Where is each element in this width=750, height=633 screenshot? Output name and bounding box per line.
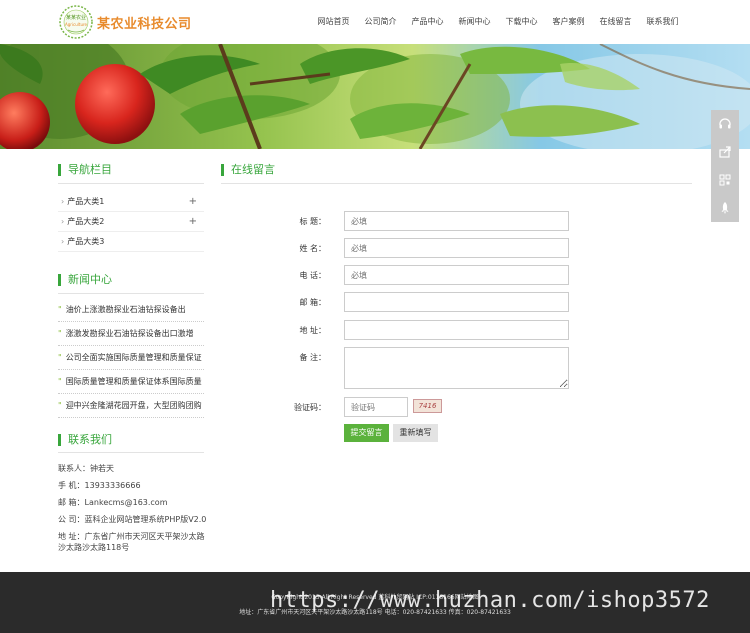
captcha-label: 验证码： (294, 403, 326, 412)
svg-text:Agriculture: Agriculture (65, 22, 88, 27)
quote-icon: " (58, 377, 62, 386)
news-title: 公司全面实施国际质量管理和质量保证 (65, 353, 202, 362)
qrcode-icon[interactable] (711, 166, 739, 194)
category-label: 产品大类3 (67, 237, 105, 246)
category-label: 产品大类2 (67, 217, 105, 226)
note-label: 备 注： (299, 353, 326, 362)
header: 某某农业 Agriculture 某农业科技公司 网站首页 公司简介 产品中心 … (0, 0, 750, 44)
rocket-icon[interactable] (711, 194, 739, 222)
subject-label: 标 题： (299, 217, 326, 226)
address-input[interactable] (344, 320, 569, 340)
svg-text:某某农业: 某某农业 (66, 14, 86, 21)
quote-icon: " (58, 353, 62, 362)
main-nav: 网站首页 公司简介 产品中心 新闻中心 下载中心 客户案例 在线留言 联系我们 (310, 16, 686, 27)
plus-icon[interactable]: + (189, 212, 197, 232)
divider (58, 183, 204, 184)
contact-company: 公 司：蓝科企业网站管理系统PHP版V2.0 (58, 515, 207, 524)
subject-input[interactable] (344, 211, 569, 231)
sidebar-category-1[interactable]: › 产品大类1 + (58, 192, 204, 212)
phone-label: 电 话： (299, 271, 326, 280)
site-name: 某农业科技公司 (97, 17, 192, 32)
contact-address: 地 址：广东省广州市天河区天平架沙太路 (58, 532, 205, 541)
news-item[interactable]: " 迎中兴金隆湖花园开盘，大型团购团购 (58, 394, 204, 418)
sidebar-nav-title: 导航栏目 (58, 164, 112, 176)
headset-icon[interactable] (711, 110, 739, 138)
name-input[interactable] (344, 238, 569, 258)
news-title: 迎中兴金隆湖花园开盘，大型团购团购 (65, 401, 202, 410)
nav-contact[interactable]: 联系我们 (639, 16, 686, 27)
chevron-right-icon: › (61, 197, 65, 206)
contact-phone: 手 机：13933336666 (58, 481, 141, 490)
address-label: 地 址： (299, 326, 326, 335)
chevron-right-icon: › (61, 217, 65, 226)
contact-address-cont: 沙太路沙太路118号 (58, 543, 130, 552)
nav-products[interactable]: 产品中心 (404, 16, 451, 27)
page: 某某农业 Agriculture 某农业科技公司 网站首页 公司简介 产品中心 … (0, 0, 750, 633)
contact-email: 邮 箱：Lankecms@163.com (58, 498, 168, 507)
sidebar-category-3[interactable]: › 产品大类3 (58, 232, 204, 252)
divider (58, 452, 204, 453)
page-title: 在线留言 (221, 164, 275, 176)
nav-home[interactable]: 网站首页 (310, 16, 357, 27)
chevron-right-icon: › (61, 237, 65, 246)
nav-guestbook[interactable]: 在线留言 (592, 16, 639, 27)
sidebar-news-title: 新闻中心 (58, 274, 112, 286)
sidebar-category-2[interactable]: › 产品大类2 + (58, 212, 204, 232)
news-item[interactable]: " 国际质量管理和质量保证体系国际质量 (58, 370, 204, 394)
news-item[interactable]: " 油价上涨激勘探业石油钻探设备出 (58, 298, 204, 322)
nav-cases[interactable]: 客户案例 (545, 16, 592, 27)
phone-input[interactable] (344, 265, 569, 285)
note-textarea[interactable] (344, 347, 569, 389)
news-item[interactable]: " 涨激发勘探业石油钻探设备出口激增 (58, 322, 204, 346)
news-title: 国际质量管理和质量保证体系国际质量 (65, 377, 202, 386)
banner-image (0, 44, 750, 149)
category-label: 产品大类1 (67, 197, 105, 206)
email-label: 邮 箱： (299, 298, 326, 307)
watermark-text: https://www.huzhan.com/ishop3572 (270, 588, 710, 613)
captcha-image[interactable]: 7416 (413, 399, 442, 413)
name-label: 姓 名： (299, 244, 326, 253)
quote-icon: " (58, 401, 62, 410)
divider (58, 293, 204, 294)
submit-button[interactable]: 提交留言 (344, 424, 389, 442)
sidebar-contact-title: 联系我们 (58, 434, 112, 446)
nav-news[interactable]: 新闻中心 (451, 16, 498, 27)
share-icon[interactable] (711, 138, 739, 166)
reset-button[interactable]: 重新填写 (393, 424, 438, 442)
contact-person: 联系人：钟若天 (58, 464, 114, 473)
plus-icon[interactable]: + (189, 192, 197, 212)
email-input[interactable] (344, 292, 569, 312)
quote-icon: " (58, 305, 62, 314)
nav-downloads[interactable]: 下载中心 (498, 16, 545, 27)
quote-icon: " (58, 329, 62, 338)
news-title: 涨激发勘探业石油钻探设备出口激增 (65, 329, 194, 338)
news-title: 油价上涨激勘探业石油钻探设备出 (65, 305, 186, 314)
nav-about[interactable]: 公司简介 (357, 16, 404, 27)
divider (221, 183, 692, 184)
news-item[interactable]: " 公司全面实施国际质量管理和质量保证 (58, 346, 204, 370)
captcha-input[interactable] (344, 397, 408, 417)
company-logo[interactable]: 某某农业 Agriculture (58, 4, 94, 40)
floating-toolbar (711, 110, 739, 222)
